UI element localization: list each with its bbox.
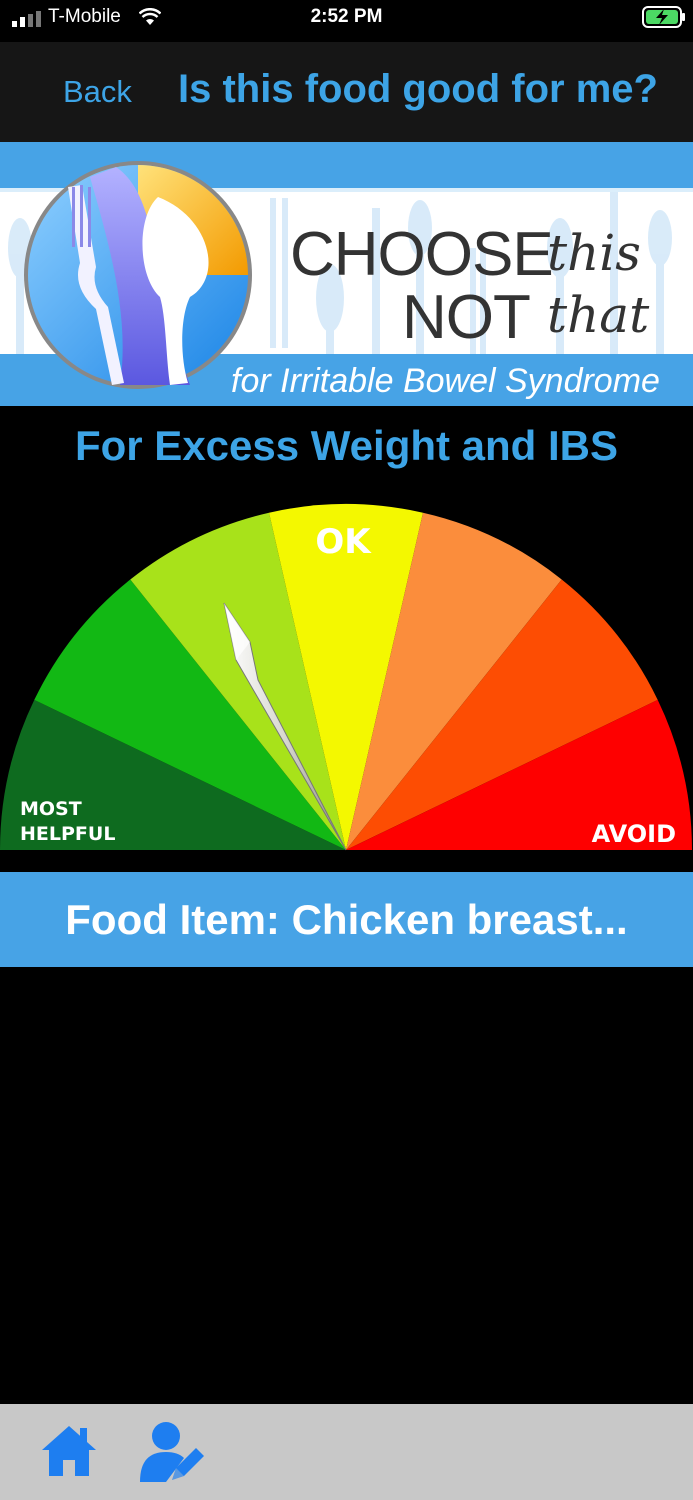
- brand-not-text: NOT: [402, 283, 531, 352]
- battery-charging-icon: [642, 6, 685, 28]
- app-banner: CHOOSE this NOT that for Irritable Bowel…: [0, 142, 693, 406]
- bottom-tab-bar: [0, 1404, 693, 1500]
- food-rating-gauge: OK MOST HELPFUL AVOID: [0, 504, 692, 851]
- clock-time: 2:52 PM: [310, 6, 383, 27]
- food-item-label: Food Item: Chicken breast...: [65, 896, 628, 943]
- edit-profile-icon[interactable]: [136, 1418, 206, 1484]
- page-title: Is this food good for me?: [178, 67, 658, 111]
- banner-subtitle: for Irritable Bowel Syndrome: [231, 362, 660, 400]
- condition-heading: For Excess Weight and IBS: [74, 422, 619, 469]
- home-icon[interactable]: [40, 1422, 98, 1480]
- gauge-most-label: MOST: [20, 798, 82, 820]
- fork-spoon-logo: [24, 161, 252, 389]
- gauge-ok-label: OK: [315, 522, 372, 562]
- gauge-avoid-label: AVOID: [592, 820, 676, 848]
- brand-that-text: that: [547, 286, 650, 344]
- gauge-helpful-label: HELPFUL: [20, 823, 115, 845]
- brand-this-text: this: [547, 224, 641, 282]
- brand-choose-text: CHOOSE: [290, 220, 554, 289]
- back-button[interactable]: Back: [63, 74, 132, 110]
- status-bar: T-Mobile 2:52 PM: [0, 0, 693, 40]
- food-item-bar: Food Item: Chicken breast...: [0, 872, 693, 967]
- navigation-bar: Back Is this food good for me?: [0, 42, 693, 142]
